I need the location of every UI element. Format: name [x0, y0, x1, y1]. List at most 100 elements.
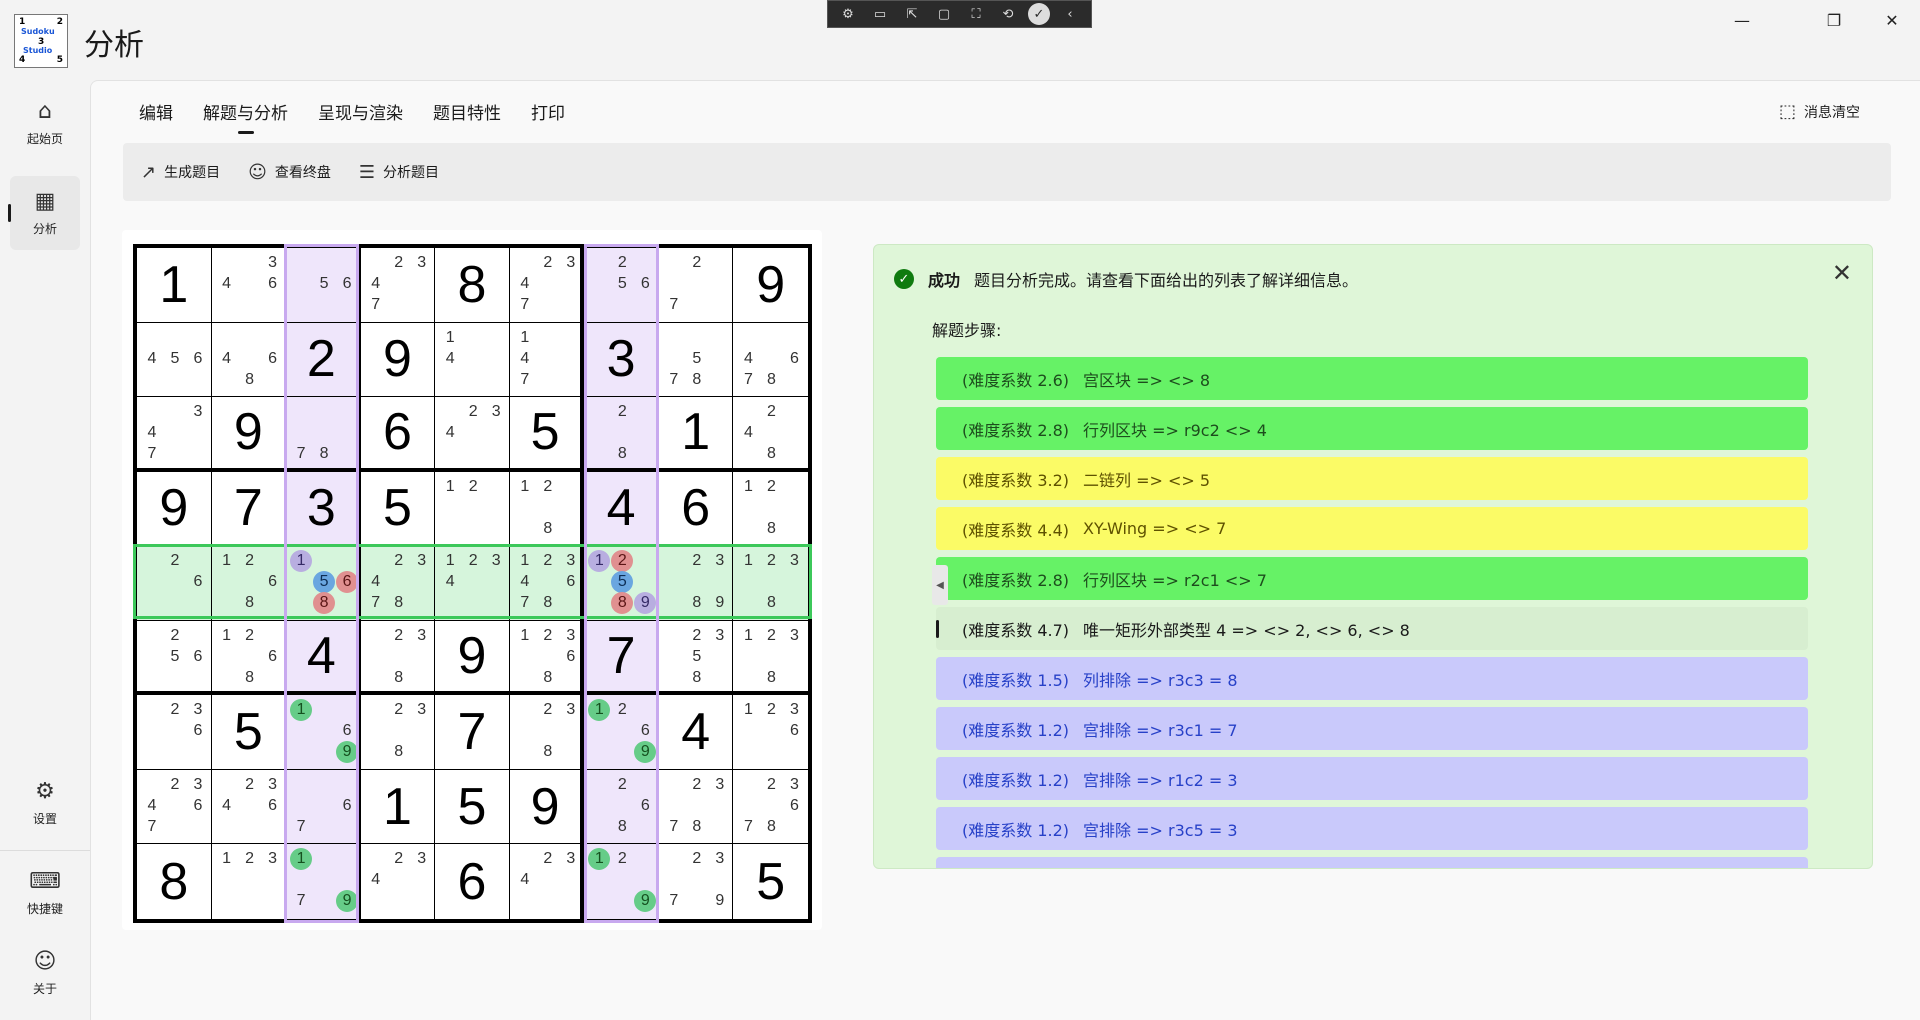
- sudoku-cell[interactable]: 6: [658, 471, 734, 547]
- sudoku-cell[interactable]: 5: [509, 397, 585, 472]
- sudoku-cell[interactable]: 1: [360, 769, 436, 845]
- sudoku-cell[interactable]: 1: [658, 397, 734, 472]
- close-button[interactable]: ✕: [1864, 4, 1920, 36]
- expand-handle-icon[interactable]: ◀: [932, 565, 948, 605]
- step-item[interactable]: (难度系数 4.7) 唯一矩形外部类型 4 => <> 2, <> 6, <> 8: [936, 607, 1808, 650]
- sudoku-cell[interactable]: 3: [584, 322, 659, 398]
- step-item[interactable]: (难度系数 4.4) XY-Wing => <> 7: [936, 507, 1808, 550]
- sudoku-cell[interactable]: 23 4: [510, 844, 585, 919]
- sudoku-cell[interactable]: 123 8: [733, 621, 808, 696]
- sudoku-cell[interactable]: 248: [733, 397, 808, 472]
- sudoku-cell[interactable]: 12 9: [584, 844, 659, 919]
- sudoku-cell[interactable]: 28: [584, 397, 659, 472]
- sudoku-cell[interactable]: 26: [137, 546, 212, 621]
- sudoku-cell[interactable]: 1269: [584, 695, 659, 770]
- sudoku-cell[interactable]: 12 8: [733, 472, 808, 547]
- sudoku-cell[interactable]: 9: [360, 322, 436, 398]
- sudoku-cell[interactable]: 8: [435, 248, 510, 323]
- sudoku-cell[interactable]: 3: [286, 471, 361, 547]
- tab-print[interactable]: 打印: [531, 99, 565, 134]
- sudoku-cell[interactable]: 1 69: [286, 695, 361, 770]
- sudoku-cell[interactable]: 9: [211, 397, 287, 472]
- step-item[interactable]: (难度系数 2.8) 行列区块 => r2c1 <> 7: [936, 557, 1808, 600]
- sudoku-cell[interactable]: 1 7 9: [286, 844, 361, 919]
- close-icon[interactable]: ✕: [1832, 259, 1852, 287]
- step-item[interactable]: (难度系数 1.2) 宫排除 => r1c2 = 3: [936, 757, 1808, 800]
- nav-item-home[interactable]: ⌂ 起始页: [10, 86, 80, 160]
- sudoku-cell[interactable]: 23 4: [361, 844, 436, 919]
- capture-tool-icon[interactable]: ⛶: [964, 4, 988, 24]
- sudoku-cell[interactable]: 123 4 6 78: [509, 546, 585, 621]
- sudoku-cell[interactable]: 9: [435, 620, 510, 696]
- sudoku-cell[interactable]: 23 6: [137, 695, 212, 770]
- sudoku-cell[interactable]: 7: [584, 620, 659, 696]
- step-item[interactable]: (难度系数 2.6) 宫区块 => <> 8: [936, 357, 1808, 400]
- sudoku-cell[interactable]: 456: [137, 322, 212, 398]
- restore-button[interactable]: ❐: [1806, 4, 1862, 36]
- sudoku-cell[interactable]: 23 4 7: [360, 248, 436, 323]
- sudoku-cell[interactable]: 2 56: [137, 620, 212, 696]
- capture-tool-icon[interactable]: ✓: [1028, 3, 1050, 25]
- sudoku-cell[interactable]: 2: [286, 322, 361, 398]
- sudoku-cell[interactable]: 4: [286, 620, 361, 696]
- sudoku-cell[interactable]: 123 68: [509, 620, 585, 696]
- sudoku-cell[interactable]: 23 8: [360, 695, 436, 770]
- sudoku-cell[interactable]: 23 78: [658, 769, 734, 845]
- sudoku-cell[interactable]: 1268: [211, 620, 287, 696]
- sudoku-cell[interactable]: 5: [435, 769, 510, 845]
- sudoku-grid[interactable]: 1346562347823472562794564682914147357846…: [133, 244, 812, 923]
- sudoku-cell[interactable]: 78: [286, 397, 361, 472]
- sudoku-cell[interactable]: 5: [211, 695, 287, 770]
- capture-tool-icon[interactable]: ⟲: [996, 4, 1020, 24]
- sudoku-cell[interactable]: 7: [211, 471, 287, 547]
- clear-messages-button[interactable]: ⬚ 消息清空: [1779, 101, 1860, 122]
- sudoku-cell[interactable]: 2 56: [584, 248, 659, 323]
- step-item[interactable]: (难度系数 1.2) 宫排除 => r3c5 = 3: [936, 807, 1808, 850]
- sudoku-cell[interactable]: 6: [435, 844, 510, 919]
- sudoku-cell[interactable]: 12589: [584, 546, 659, 621]
- sudoku-cell[interactable]: 4 6 78: [733, 323, 808, 398]
- generate-puzzle-button[interactable]: ↗ 生成题目: [141, 162, 220, 183]
- nav-item-about[interactable]: ☺ 关于: [10, 936, 80, 1010]
- sudoku-cell[interactable]: 123: [212, 844, 287, 919]
- capture-tool-icon[interactable]: ⇱: [900, 4, 924, 24]
- sudoku-cell[interactable]: 1568: [286, 546, 361, 621]
- sudoku-cell[interactable]: 12: [435, 471, 510, 547]
- sudoku-cell[interactable]: 5: [733, 844, 808, 919]
- step-item[interactable]: [936, 857, 1808, 868]
- sudoku-cell[interactable]: 1268: [211, 546, 287, 621]
- nav-item-settings[interactable]: ⚙ 设置: [10, 766, 80, 840]
- step-item[interactable]: (难度系数 2.8) 行列区块 => r9c2 <> 4: [936, 407, 1808, 450]
- sudoku-cell[interactable]: 23 4: [435, 397, 510, 472]
- sudoku-cell[interactable]: 1: [137, 248, 212, 323]
- sudoku-cell[interactable]: 6: [360, 397, 436, 472]
- sudoku-cell[interactable]: 268: [584, 769, 659, 845]
- sudoku-cell[interactable]: 23 4 7: [509, 248, 585, 323]
- sudoku-cell[interactable]: 5: [360, 471, 436, 547]
- sudoku-cell[interactable]: 23 4 78: [360, 546, 436, 621]
- capture-tool-icon[interactable]: ▢: [932, 4, 956, 24]
- sudoku-cell[interactable]: 123 4: [435, 546, 510, 621]
- sudoku-cell[interactable]: 14: [435, 322, 510, 398]
- sudoku-cell[interactable]: 12 8: [509, 471, 585, 547]
- sudoku-cell[interactable]: 3 4 6: [211, 248, 287, 323]
- sudoku-cell[interactable]: 27: [658, 248, 734, 323]
- sudoku-cell[interactable]: 3 4 7: [137, 397, 212, 472]
- view-solution-button[interactable]: ☺ 查看终盘: [248, 162, 331, 183]
- sudoku-cell[interactable]: 23 7 9: [659, 844, 734, 919]
- sudoku-cell[interactable]: 123 8: [733, 546, 808, 621]
- nav-item-shortcuts[interactable]: ⌨ 快捷键: [10, 856, 80, 930]
- minimize-button[interactable]: —: [1714, 4, 1770, 36]
- capture-tool-icon[interactable]: ‹: [1058, 4, 1082, 24]
- sudoku-cell[interactable]: 4: [658, 695, 734, 770]
- sudoku-cell[interactable]: 23 4 6: [211, 769, 287, 845]
- analyze-puzzle-button[interactable]: ☰ 分析题目: [359, 162, 439, 183]
- tab-render[interactable]: 呈现与渲染: [318, 99, 403, 134]
- sudoku-cell[interactable]: 9: [733, 248, 808, 323]
- step-item[interactable]: (难度系数 3.2) 二链列 => <> 5: [936, 457, 1808, 500]
- sudoku-cell[interactable]: 8: [137, 844, 212, 919]
- sudoku-cell[interactable]: 123 6: [733, 695, 808, 770]
- sudoku-cell[interactable]: 23 8: [509, 695, 585, 770]
- sudoku-cell[interactable]: 9: [509, 769, 585, 845]
- tab-edit[interactable]: 编辑: [139, 99, 173, 134]
